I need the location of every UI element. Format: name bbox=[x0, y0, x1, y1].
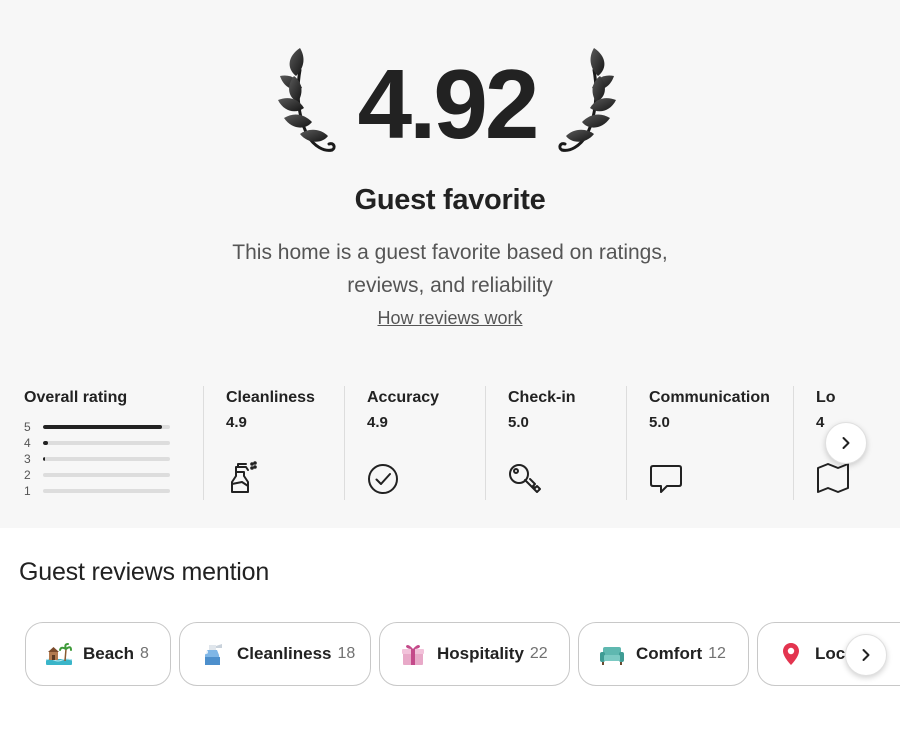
rating-bar-star: 3 bbox=[24, 452, 31, 466]
gift-icon bbox=[402, 645, 424, 665]
rating-bar-row: 4 bbox=[24, 436, 174, 450]
categories-next-button[interactable] bbox=[825, 422, 867, 464]
chat-bubble-icon bbox=[650, 465, 682, 493]
rating-bar-row: 3 bbox=[24, 452, 174, 466]
mention-chip-label: Comfort bbox=[636, 644, 703, 663]
category-label: Cleanliness bbox=[226, 389, 315, 406]
rating-bar-row: 5 bbox=[24, 420, 174, 434]
mention-chip-comfort[interactable]: Comfort 12 bbox=[578, 622, 749, 686]
mention-chip-label: Cleanliness bbox=[237, 644, 332, 663]
location-pin-icon bbox=[783, 643, 799, 665]
category-label: Check-in bbox=[508, 389, 576, 406]
mention-chip-cleanliness[interactable]: Cleanliness 18 bbox=[179, 622, 371, 686]
beach-icon bbox=[46, 643, 72, 665]
chevron-right-icon bbox=[842, 437, 850, 449]
laurel-left-icon bbox=[278, 48, 336, 152]
rating-bar-row: 2 bbox=[24, 468, 174, 482]
category-value: 5.0 bbox=[649, 414, 670, 431]
category-label: Lo bbox=[816, 389, 836, 406]
guest-favorite-title: Guest favorite bbox=[354, 184, 546, 216]
mention-chip-count: 12 bbox=[708, 645, 726, 662]
rating-categories: Overall rating 5 4 3 2 1 Cleanliness 4.9… bbox=[0, 386, 900, 500]
mentions-next-button[interactable] bbox=[845, 634, 887, 676]
ratings-summary-section: 4.92 Guest favorite This home is a guest… bbox=[0, 0, 900, 528]
mention-chip-count: 18 bbox=[337, 645, 356, 662]
category-check-in: Check-in 5.0 bbox=[485, 386, 626, 500]
rating-bar-track bbox=[43, 489, 170, 493]
category-label: Communication bbox=[649, 389, 770, 406]
rating-bar-fill bbox=[43, 457, 45, 461]
rating-bar-star: 4 bbox=[24, 436, 31, 450]
rating-bar-fill bbox=[43, 425, 163, 429]
how-reviews-work-row: How reviews work bbox=[0, 308, 900, 329]
rating-bar-star: 1 bbox=[24, 484, 31, 498]
mention-chip-count: 22 bbox=[529, 645, 548, 662]
rating-bar-star: 5 bbox=[24, 420, 31, 434]
cleaning-spray-icon bbox=[204, 644, 222, 665]
rating-bar-star: 2 bbox=[24, 468, 31, 482]
review-mention-chips: Beach 8 Cleanliness 18 Hospitality 22 Co… bbox=[0, 622, 900, 690]
category-value: 4 bbox=[816, 414, 825, 431]
category-value: 4.9 bbox=[367, 414, 388, 431]
category-label: Accuracy bbox=[367, 389, 440, 406]
mention-chip-count: 8 bbox=[140, 645, 149, 662]
mention-chip-label: Beach bbox=[83, 644, 135, 663]
spray-bottle-icon bbox=[231, 461, 257, 493]
category-communication: Communication 5.0 bbox=[626, 386, 793, 500]
laurel-right-icon bbox=[558, 48, 616, 152]
rating-bar-row: 1 bbox=[24, 484, 174, 498]
rating-hero: 4.92 bbox=[0, 40, 900, 170]
rating-bar-track bbox=[43, 457, 170, 461]
rating-bar-track bbox=[43, 425, 170, 429]
mention-chip-hospitality[interactable]: Hospitality 22 bbox=[379, 622, 570, 686]
sofa-icon bbox=[600, 647, 624, 665]
check-circle-icon bbox=[368, 464, 398, 494]
overall-rating-label: Overall rating bbox=[24, 389, 128, 406]
chevron-right-icon bbox=[862, 649, 870, 661]
category-cleanliness: Cleanliness 4.9 bbox=[203, 386, 344, 500]
how-reviews-work-link[interactable]: How reviews work bbox=[377, 308, 522, 328]
mention-chip-label: Hospitality bbox=[437, 644, 524, 663]
category-value: 5.0 bbox=[508, 414, 529, 431]
overall-rating-value: 4.92 bbox=[357, 49, 540, 159]
key-icon bbox=[509, 464, 541, 493]
category-value: 4.9 bbox=[226, 414, 247, 431]
category-accuracy: Accuracy 4.9 bbox=[344, 386, 485, 500]
guest-reviews-mention-title: Guest reviews mention bbox=[19, 558, 270, 586]
overall-rating-breakdown: Overall rating 5 4 3 2 1 bbox=[0, 386, 203, 500]
rating-bar-fill bbox=[43, 441, 49, 445]
mention-chip-beach[interactable]: Beach 8 bbox=[25, 622, 171, 686]
rating-bar-track bbox=[43, 441, 170, 445]
rating-bar-track bbox=[43, 473, 170, 477]
map-icon bbox=[817, 463, 849, 493]
guest-favorite-description: This home is a guest favorite based on r… bbox=[232, 241, 668, 297]
